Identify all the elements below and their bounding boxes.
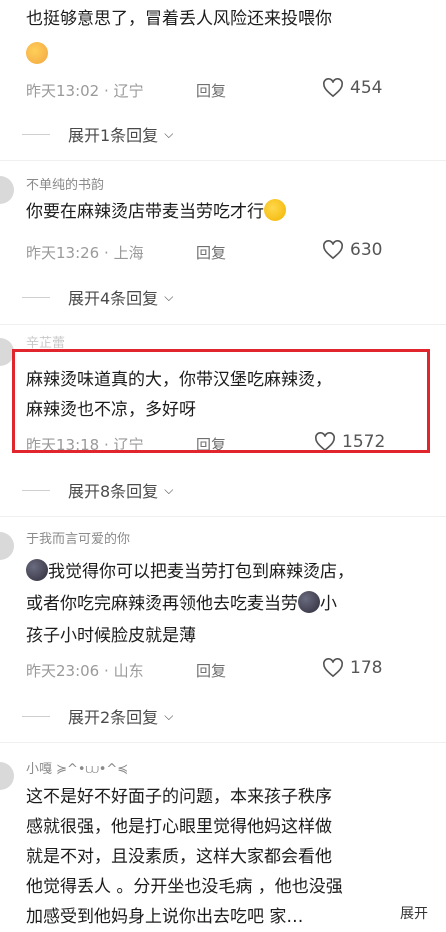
comment-meta: 昨天13:02 · 辽宁 xyxy=(26,82,144,100)
divider xyxy=(0,160,446,161)
chevron-down-icon: ⌵ xyxy=(164,126,174,141)
comment-meta: 昨天23:06 · 山东 xyxy=(26,662,144,680)
divider-line xyxy=(22,715,50,717)
dark-face-emoji-icon xyxy=(26,559,48,581)
comment-text-line-4: 他觉得丢人 。分开坐也没毛病 ，他也没强 xyxy=(26,877,343,897)
chevron-down-icon: ⌵ xyxy=(164,289,174,304)
heart-icon xyxy=(323,658,343,678)
reply-button[interactable]: 回复 xyxy=(196,242,226,263)
chevron-down-icon: ⌵ xyxy=(164,708,174,723)
comment-meta: 昨天13:26 · 上海 xyxy=(26,244,144,262)
expand-text-button[interactable]: 展开 xyxy=(394,903,428,923)
like-count: 454 xyxy=(350,78,383,98)
like-count: 630 xyxy=(350,240,383,260)
laughing-emoji-icon xyxy=(264,199,286,221)
divider xyxy=(0,516,446,517)
expand-label: 展开 xyxy=(400,906,428,922)
username[interactable]: 不单纯的书韵 xyxy=(26,174,104,193)
comment-text: 也挺够意思了，冒着丢人风险还来投喂你 xyxy=(26,9,332,29)
like-button[interactable]: 454 xyxy=(322,78,382,98)
divider xyxy=(0,324,446,325)
avatar[interactable] xyxy=(0,532,14,560)
like-count: 178 xyxy=(350,658,383,678)
comment-text-line-5: 加感受到他妈身上说你出去吃吧 家… xyxy=(26,907,304,927)
chevron-down-icon: ⌵ xyxy=(164,482,174,497)
expand-replies[interactable]: 展开4条回复 ⌵ xyxy=(22,285,174,309)
reply-button[interactable]: 回复 xyxy=(196,660,226,681)
divider xyxy=(0,742,446,743)
expand-replies[interactable]: 展开1条回复 ⌵ xyxy=(22,122,174,146)
avatar[interactable] xyxy=(0,762,14,790)
expand-replies[interactable]: 展开8条回复 ⌵ xyxy=(22,478,174,502)
comment-text-line-3: 孩子小时候脸皮就是薄 xyxy=(26,626,196,646)
like-button[interactable]: 630 xyxy=(322,240,382,260)
dark-face-emoji-icon xyxy=(298,591,320,613)
comment-text-line-2: 感就很强，他是打心眼里觉得他妈这样做 xyxy=(26,817,332,837)
heart-icon xyxy=(323,78,343,98)
comment-text: 你要在麻辣烫店带麦当劳吃才行 xyxy=(26,197,286,227)
comment-text-line-2: 或者你吃完麻辣烫再领他去吃麦当劳小 xyxy=(26,589,337,619)
laugh-cry-emoji-icon xyxy=(26,42,48,64)
divider-line xyxy=(22,489,50,491)
reply-button[interactable]: 回复 xyxy=(196,80,226,101)
divider-line xyxy=(22,296,50,298)
username[interactable]: 小嘎 ≽^•⩊•^≼ xyxy=(26,758,128,777)
divider-line xyxy=(22,133,50,135)
comment-text-line-1: 我觉得你可以把麦当劳打包到麻辣烫店， xyxy=(26,557,354,587)
highlight-box xyxy=(12,349,430,453)
expand-replies[interactable]: 展开2条回复 ⌵ xyxy=(22,704,174,728)
heart-icon xyxy=(323,240,343,260)
username[interactable]: 于我而言可爱的你 xyxy=(26,528,130,547)
comment-text-line-1: 这不是好不好面子的问题，本来孩子秩序 xyxy=(26,787,332,807)
comment-text-line-3: 就是不对，且没素质，这样大家都会看他 xyxy=(26,847,332,867)
avatar[interactable] xyxy=(0,176,14,204)
like-button[interactable]: 178 xyxy=(322,658,382,678)
